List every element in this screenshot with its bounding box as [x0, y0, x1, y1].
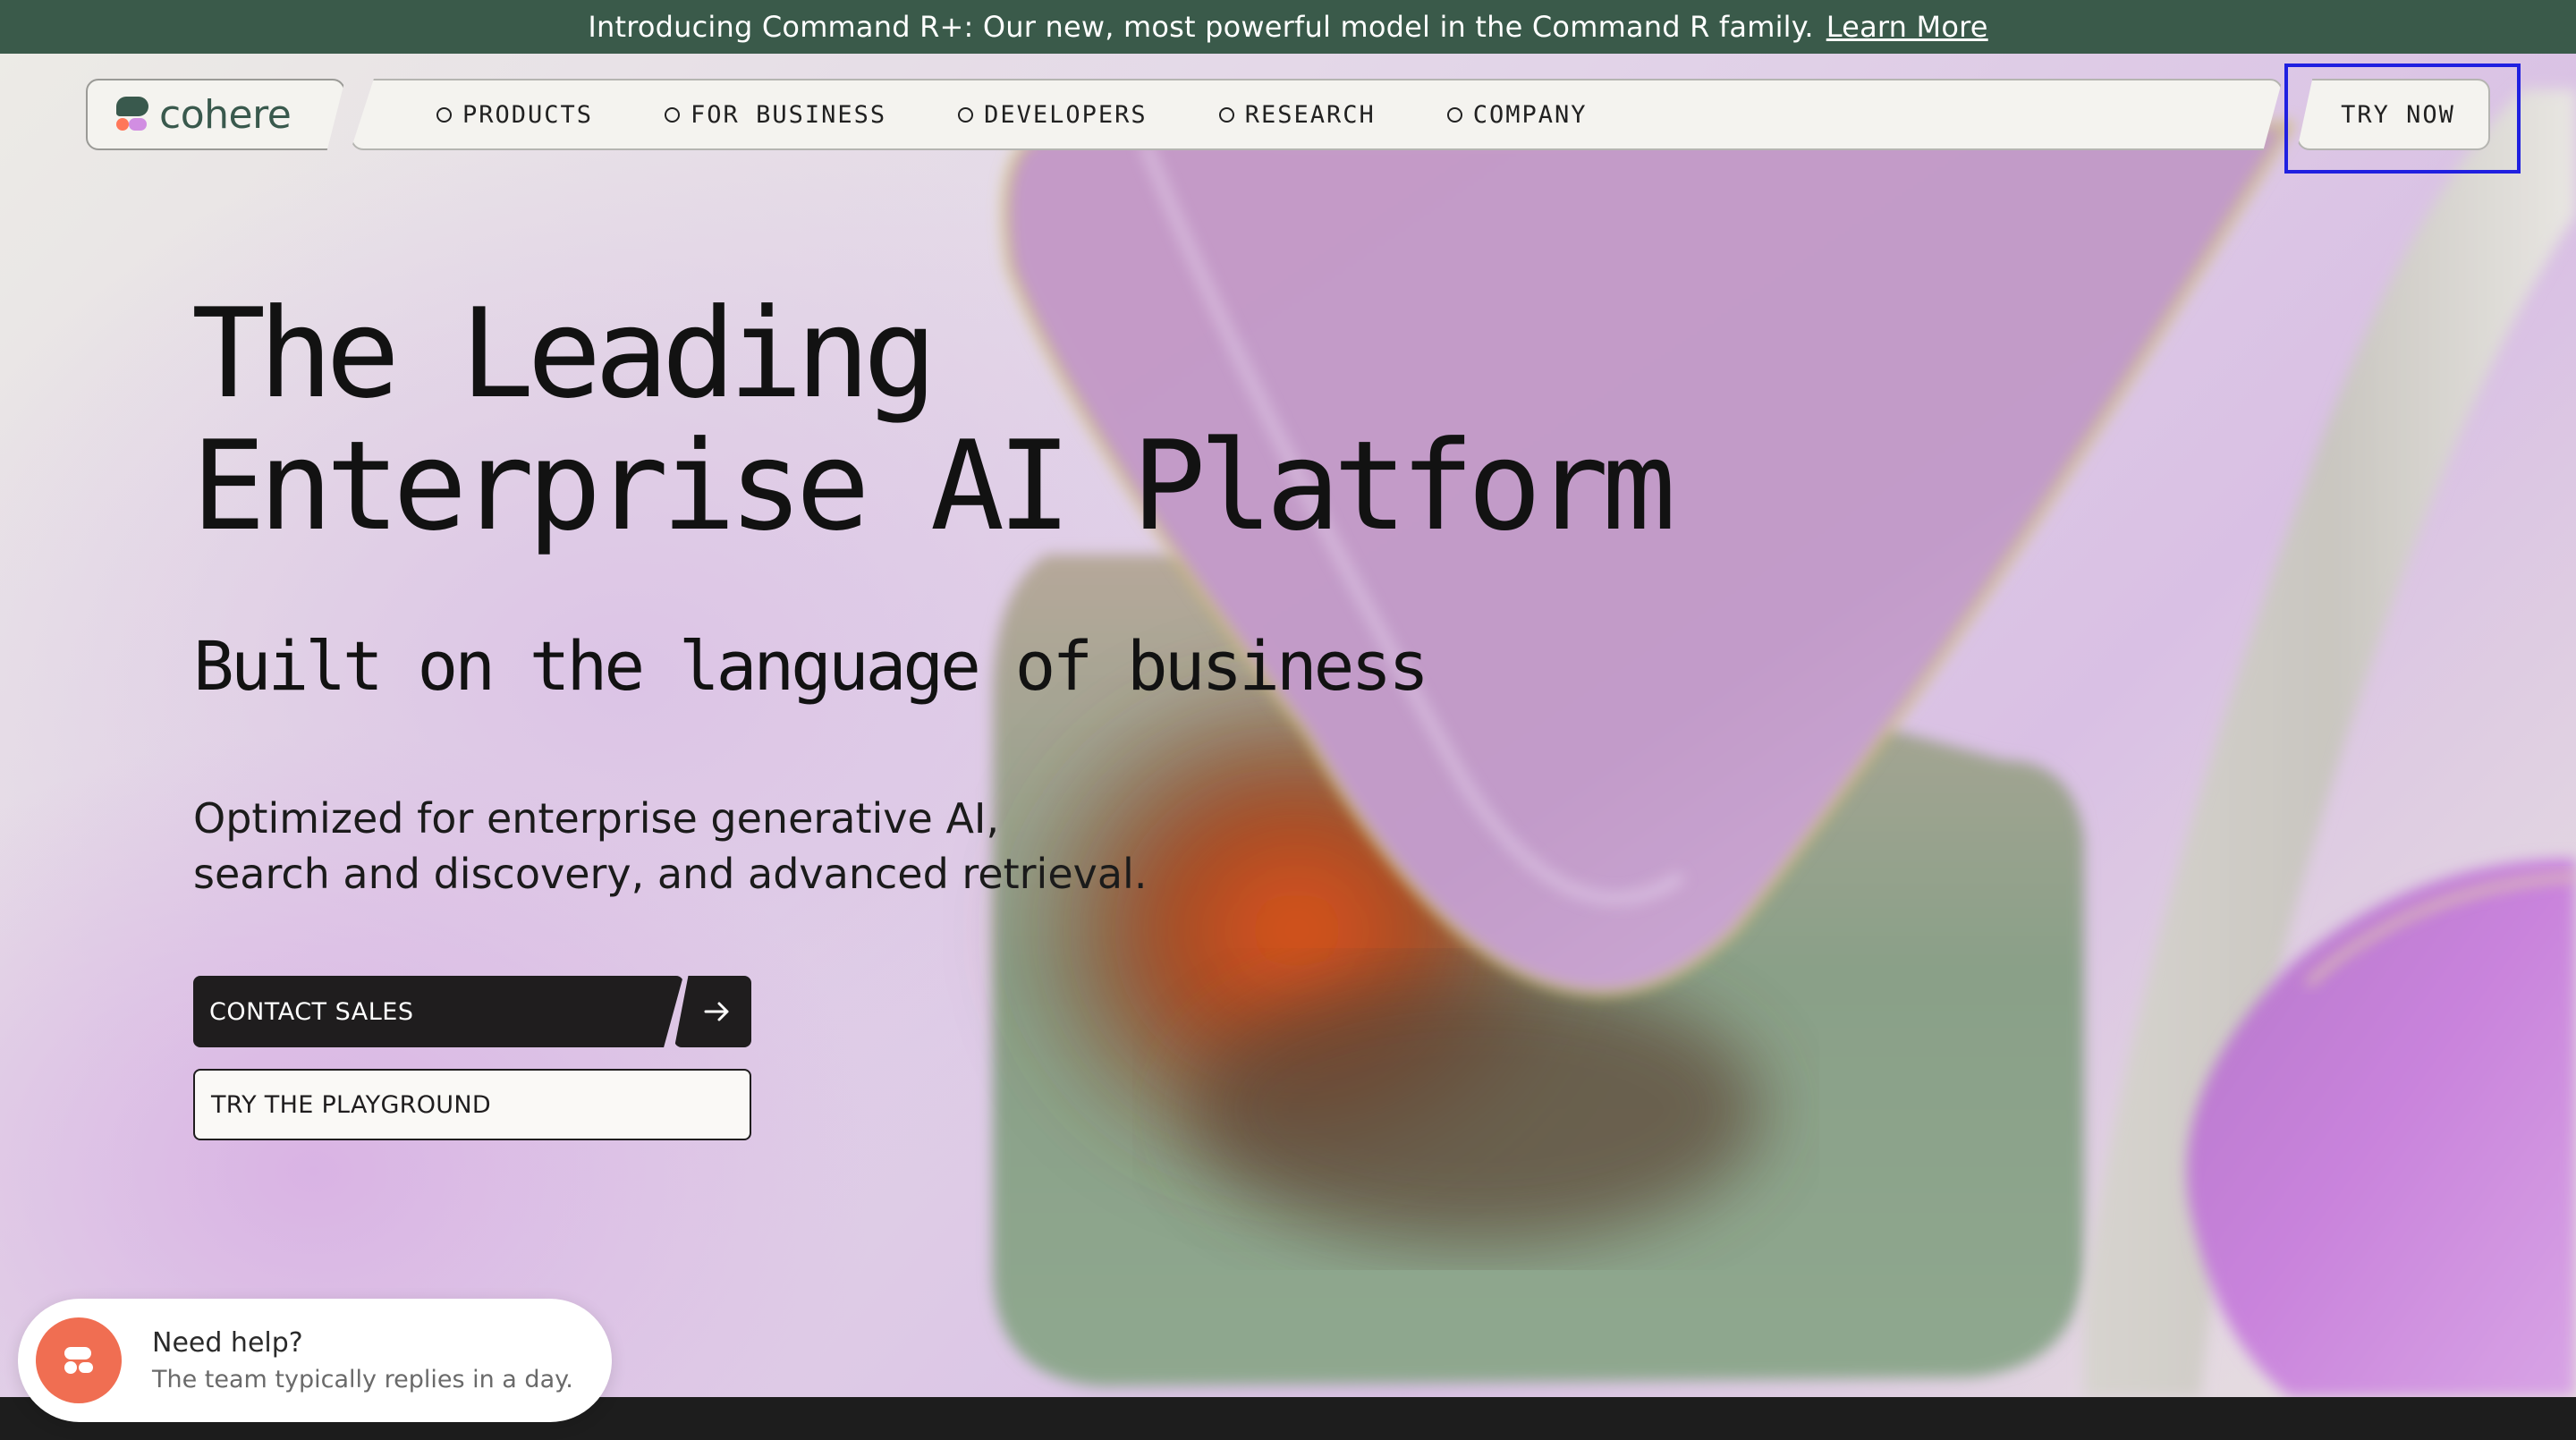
announcement-bar: Introducing Command R+: Our new, most po…	[0, 0, 2576, 54]
page: Introducing Command R+: Our new, most po…	[0, 0, 2576, 1440]
cohere-logo-icon	[116, 97, 150, 132]
hero-section	[0, 54, 2576, 1397]
circle-icon	[958, 106, 974, 123]
description-line-1: Optimized for enterprise generative AI,	[193, 794, 1000, 843]
nav-item-developers[interactable]: DEVELOPERS	[958, 101, 1148, 129]
nav-item-company[interactable]: COMPANY	[1446, 100, 1588, 129]
headline-line-1: The Leading	[191, 282, 937, 426]
main-nav: PRODUCTS FOR BUSINESS DEVELOPERS RESEARC…	[351, 79, 2283, 150]
contact-sales-button[interactable]: CONTACT SALES	[193, 976, 683, 1047]
brand-name: cohere	[159, 91, 292, 138]
circle-icon	[1218, 106, 1234, 123]
logo-home-link[interactable]: cohere	[86, 79, 345, 150]
hero-description: Optimized for enterprise generative AI, …	[193, 791, 1356, 902]
nav-item-research[interactable]: RESEARCH	[1218, 100, 1376, 129]
hero-headline: The Leading Enterprise AI Platform	[191, 288, 1712, 553]
try-playground-button[interactable]: TRY THE PLAYGROUND	[193, 1069, 751, 1140]
nav-item-for-business[interactable]: FOR BUSINESS	[665, 101, 886, 129]
nav-item-label: PRODUCTS	[462, 100, 594, 129]
headline-line-2: Enterprise AI Platform	[191, 414, 1676, 558]
circle-icon	[665, 106, 681, 123]
circle-icon	[436, 106, 452, 123]
learn-more-link[interactable]: Learn More	[1826, 10, 1988, 44]
help-text: Need help? The team typically replies in…	[152, 1327, 573, 1393]
chat-avatar	[36, 1317, 122, 1403]
nav-item-label: FOR BUSINESS	[691, 100, 887, 129]
description-line-2: search and discovery, and advanced retri…	[193, 850, 1148, 898]
nav-item-label: RESEARCH	[1244, 100, 1376, 129]
try-now-button[interactable]: TRY NOW	[2297, 79, 2490, 150]
help-chat-widget[interactable]: Need help? The team typically replies in…	[18, 1299, 612, 1422]
hero-3d-artwork	[993, 89, 2576, 1397]
help-subtitle: The team typically replies in a day.	[152, 1366, 573, 1393]
nav-item-label: DEVELOPERS	[984, 100, 1148, 129]
arrow-right-icon	[704, 1002, 729, 1021]
announcement-text: Introducing Command R+: Our new, most po…	[588, 10, 1814, 44]
help-title: Need help?	[152, 1327, 303, 1359]
cohere-chat-icon	[64, 1347, 93, 1374]
nav-item-label: COMPANY	[1472, 100, 1588, 129]
nav-item-products[interactable]: PRODUCTS	[436, 101, 593, 129]
circle-icon	[1446, 106, 1462, 123]
hero-subheadline: Built on the language of business	[193, 626, 1429, 706]
